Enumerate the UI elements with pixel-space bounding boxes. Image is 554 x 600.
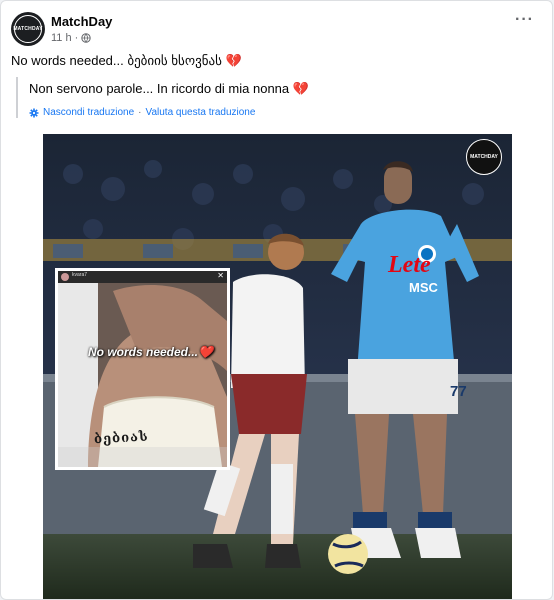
jersey-number: 77: [450, 383, 467, 400]
page-avatar[interactable]: MATCHDAY: [11, 12, 45, 46]
story-avatar: [61, 273, 69, 281]
gear-icon: [29, 108, 39, 117]
heart-emoji: ❤️: [198, 345, 213, 359]
post-image[interactable]: Lete MSC 77 MATCHDAY kvara7 ✕ No words n…: [43, 134, 512, 599]
more-options-icon[interactable]: ···: [515, 12, 534, 28]
page-name[interactable]: MatchDay: [51, 14, 112, 29]
story-caption: No words needed...❤️: [88, 345, 213, 359]
post-card: MATCHDAY MatchDay 11 h · ··· No words ne…: [0, 0, 553, 600]
translation-links: Nascondi traduzione · Valuta questa trad…: [29, 107, 549, 118]
close-icon: ✕: [217, 271, 224, 280]
hide-translation-link[interactable]: Nascondi traduzione: [43, 107, 134, 118]
post-meta: 11 h ·: [51, 32, 91, 44]
post-text: No words needed... ბებიის ხსოვნას 💔: [11, 53, 242, 68]
instagram-story-inset: kvara7 ✕ No words needed...❤️ ბებიას: [55, 268, 230, 470]
globe-icon: [81, 33, 91, 43]
wrist-tape-writing: ბებიას: [93, 429, 149, 448]
jersey-sponsor: Lete: [387, 252, 431, 278]
matchday-logo: MATCHDAY: [466, 139, 502, 175]
rate-translation-link[interactable]: Valuta questa traduzione: [146, 107, 256, 118]
avatar-logo: MATCHDAY: [13, 15, 43, 43]
jersey-sub-sponsor: MSC: [409, 280, 439, 295]
link-separator: ·: [138, 107, 142, 118]
story-username: kvara7: [72, 272, 88, 278]
meta-dot: ·: [74, 32, 79, 44]
translation-text: Non servono parole... In ricordo di mia …: [29, 81, 309, 96]
broken-heart-emoji: 💔: [225, 53, 242, 68]
football: [328, 534, 368, 574]
post-time[interactable]: 11 h: [51, 32, 72, 44]
broken-heart-emoji: 💔: [292, 81, 309, 96]
translation-block: Non servono parole... In ricordo di mia …: [16, 77, 549, 118]
